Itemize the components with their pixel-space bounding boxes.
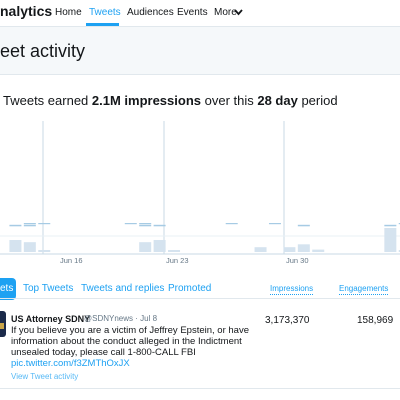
chart-organic-marker [153,224,166,227]
chart-bar[interactable] [139,242,152,252]
nav-events[interactable]: Events [177,7,208,18]
nav-active-indicator [86,23,119,26]
chart-organic-marker [225,223,238,225]
seal-icon [0,323,4,329]
chart-bar[interactable] [283,247,296,252]
main-panel: Tweets earned 2.1M impressions over this… [0,75,400,400]
nav-home[interactable]: Home [55,7,82,18]
column-header-impressions[interactable]: Impressions [270,284,314,295]
chart-bar[interactable] [312,249,325,252]
brand-title[interactable]: nalytics [0,3,52,19]
summary-period: 28 day [257,93,298,108]
nav-audiences[interactable]: Audiences [127,7,174,18]
chart-organic-marker [297,224,310,227]
chart-organic-marker [23,224,36,227]
impressions-chart: Jun 16 Jun 23 Jun 30 [0,121,400,265]
nav-tweets[interactable]: Tweets [89,7,121,18]
chart-bar[interactable] [153,240,166,252]
summary-middle: over this [201,93,258,108]
chart-organic-marker [9,224,22,227]
summary-prefix: Tweets earned [3,93,92,108]
tweet-author-handle[interactable]: @SDNYnews · Jul 8 [84,314,157,323]
chart-organic-marker [139,223,152,225]
chart-bar[interactable] [9,240,22,252]
top-nav: nalytics Home Tweets Audiences Events Mo… [0,0,400,27]
chart-bar[interactable] [38,250,51,252]
summary-impressions: 2.1M impressions [91,93,201,108]
chart-organic-marker [124,223,137,225]
tweet-row[interactable]: US Attorney SDNY @SDNYnews · Jul 8 If yo… [0,308,400,388]
divider [0,298,400,299]
tab-tweets-label: ets [0,283,14,294]
chart-organic-marker [38,223,51,225]
chart-organic-marker [384,224,397,227]
chevron-down-icon[interactable] [234,9,243,16]
impressions-summary: Tweets earned 2.1M impressions over this… [3,93,338,108]
chart-bar[interactable] [23,242,36,252]
tab-tweets-and-replies[interactable]: Tweets and replies [81,283,164,294]
summary-suffix: period [297,93,338,108]
chart-bar[interactable] [254,247,267,252]
chart-organic-marker [139,224,152,227]
tweet-impressions-value: 3,173,370 [265,315,310,326]
chart-organic-marker [268,223,281,225]
page-title: eet activity [0,41,86,61]
tab-top-tweets[interactable]: Top Tweets [23,283,73,294]
view-tweet-activity-link[interactable]: View Tweet activity [11,372,78,381]
chart-x-tick-label: Jun 16 [60,256,83,265]
chart-x-tick-label: Jun 30 [286,256,309,265]
tweet-engagements-value: 158,969 [357,315,394,326]
tweet-media-link[interactable]: pic.twitter.com/f3ZMThOxJX [11,358,130,369]
chart-organic-marker [23,223,36,225]
column-header-engagements[interactable]: Engagements [339,284,389,295]
chart-x-tick-label: Jun 23 [166,256,189,265]
divider [0,388,400,389]
chart-bar[interactable] [168,250,181,252]
chart-bar[interactable] [384,228,397,252]
avatar[interactable] [0,311,6,337]
tweet-text: If you believe you are a victim of Jeffr… [11,325,249,358]
tab-tweets[interactable]: ets [0,278,16,300]
tweet-tabs: ets Top Tweets Tweets and replies Promot… [0,278,400,300]
tab-promoted[interactable]: Promoted [168,283,211,294]
page-header: eet activity [0,27,400,75]
tweet-author-name[interactable]: US Attorney SDNY [11,314,90,324]
chart-bar[interactable] [297,244,310,252]
